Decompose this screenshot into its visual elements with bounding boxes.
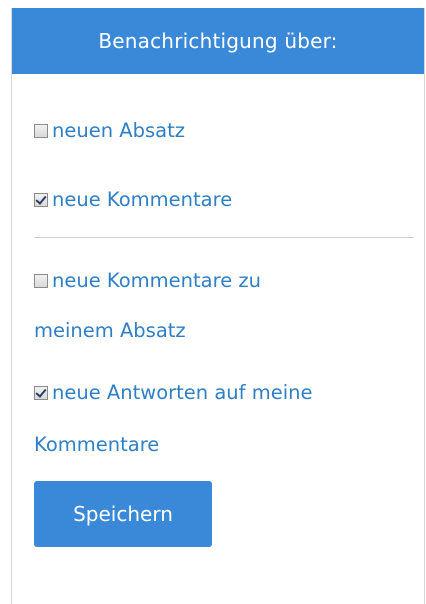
checkbox-comments-on-my-paragraph[interactable]	[34, 274, 48, 288]
notification-panel: Benachrichtigung über: neuen Absatz neue…	[11, 8, 425, 604]
panel-header: Benachrichtigung über:	[12, 8, 424, 74]
option-new-paragraph[interactable]: neuen Absatz	[34, 112, 185, 150]
option-label[interactable]: Kommentare	[34, 433, 159, 456]
option-replies-to-my-comments[interactable]: neue Antworten auf meine	[34, 374, 313, 412]
panel-title: Benachrichtigung über:	[98, 29, 338, 53]
save-button-label: Speichern	[73, 502, 173, 526]
option-label[interactable]: meinem Absatz	[34, 319, 186, 342]
option-label-continued[interactable]: meinem Absatz	[34, 312, 186, 350]
checkbox-replies-to-my-comments[interactable]	[34, 386, 48, 400]
option-comments-on-my-paragraph[interactable]: neue Kommentare zu	[34, 262, 261, 300]
option-label-continued[interactable]: Kommentare	[34, 426, 159, 464]
option-label[interactable]: neue Kommentare zu	[52, 269, 261, 292]
save-button[interactable]: Speichern	[34, 481, 212, 547]
divider	[34, 237, 414, 238]
option-label[interactable]: neuen Absatz	[52, 119, 185, 142]
option-label[interactable]: neue Kommentare	[52, 188, 232, 211]
option-label[interactable]: neue Antworten auf meine	[52, 381, 313, 404]
checkbox-new-comments[interactable]	[34, 193, 48, 207]
option-new-comments[interactable]: neue Kommentare	[34, 181, 232, 219]
checkbox-new-paragraph[interactable]	[34, 124, 48, 138]
